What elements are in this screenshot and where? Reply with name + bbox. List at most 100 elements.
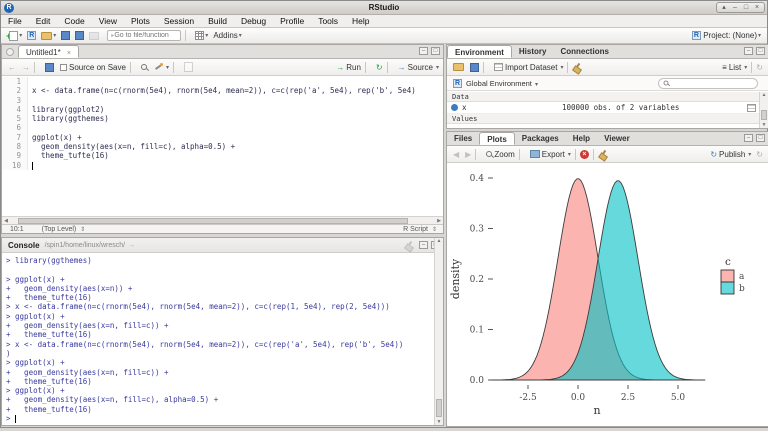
menu-edit[interactable]: Edit	[29, 16, 58, 26]
menu-view[interactable]: View	[92, 16, 124, 26]
refresh-icon[interactable]: ↻	[756, 63, 763, 72]
publish-dropdown[interactable]: ↻ Publish ▾	[710, 150, 751, 159]
scope-selector[interactable]: (Top Level) ⇕	[42, 226, 86, 233]
tab-connections[interactable]: Connections	[553, 45, 615, 58]
tab-packages[interactable]: Packages	[515, 132, 566, 145]
source-button[interactable]: → Source ▾	[398, 63, 439, 72]
tab-viewer[interactable]: Viewer	[597, 132, 637, 145]
scroll-left-icon[interactable]: ◀	[2, 218, 10, 224]
source-on-save-checkbox[interactable]: Source on Save	[60, 63, 126, 72]
window-maximize-button[interactable]: □	[741, 3, 751, 12]
goto-file-function-box[interactable]: ▸	[107, 30, 181, 41]
rerun-button[interactable]: ↻	[376, 63, 383, 72]
import-dataset-dropdown[interactable]: Import Dataset ▾	[494, 63, 563, 72]
menu-code[interactable]: Code	[57, 16, 91, 26]
zoom-plot-button[interactable]: Zoom	[486, 150, 514, 159]
project-icon: R	[692, 31, 701, 40]
menu-plots[interactable]: Plots	[124, 16, 157, 26]
maximize-pane-button[interactable]: □	[756, 47, 765, 55]
tab-plots[interactable]: Plots	[479, 132, 515, 145]
save-workspace-button[interactable]	[470, 63, 479, 72]
run-button[interactable]: → Run	[336, 63, 361, 72]
list-view-dropdown[interactable]: ≡ List ▾	[722, 63, 747, 72]
find-replace-button[interactable]	[141, 64, 147, 70]
scope-dropdown[interactable]: Global Environment ▾	[466, 79, 538, 88]
save-all-button[interactable]	[75, 31, 84, 40]
environment-toolbar: Import Dataset ▾ ≡ List ▾ ↻	[447, 59, 768, 76]
cursor-position: 10:1	[10, 226, 24, 233]
menu-tools[interactable]: Tools	[311, 16, 345, 26]
panes-layout-button[interactable]: ▾	[195, 31, 208, 40]
clear-console-button[interactable]	[404, 241, 413, 250]
forward-button[interactable]: →	[22, 63, 30, 72]
console-output[interactable]: > library(ggthemes) > ggplot(x) ++ geom_…	[2, 254, 443, 425]
environment-search-box[interactable]	[658, 78, 758, 89]
wd-goto-icon[interactable]: →	[128, 242, 135, 249]
console-title: Console	[8, 241, 40, 250]
filetype-selector[interactable]: R Script ⇕	[403, 226, 437, 233]
window-minimize-button[interactable]: –	[730, 3, 740, 12]
code-editor[interactable]: 12x <- data.frame(n=c(rnorm(5e4), rnorm(…	[2, 77, 443, 216]
window-pin-button[interactable]: ▴	[719, 3, 729, 12]
maximize-pane-button[interactable]: □	[756, 134, 765, 142]
minimize-pane-button[interactable]: –	[744, 47, 753, 55]
remove-plot-button[interactable]: ×	[580, 150, 589, 159]
save-button[interactable]	[61, 31, 70, 40]
scroll-up-icon[interactable]: ▲	[760, 92, 768, 98]
previous-plot-button[interactable]: ◀	[453, 150, 459, 159]
compile-report-button[interactable]	[184, 62, 193, 72]
scroll-up-icon[interactable]: ▲	[435, 238, 443, 244]
menu-debug[interactable]: Debug	[234, 16, 273, 26]
addins-dropdown[interactable]: Addins ▾	[213, 31, 241, 40]
object-row-x[interactable]: x 100000 obs. of 2 variables	[447, 102, 759, 114]
code-tools-button[interactable]: ▾	[153, 62, 169, 72]
source-popout-button[interactable]	[6, 48, 14, 56]
tab-help[interactable]: Help	[566, 132, 597, 145]
open-file-button[interactable]: ▾	[41, 32, 56, 40]
refresh-icon[interactable]: ↻	[756, 150, 763, 159]
tab-untitled1[interactable]: Untitled1* ×	[18, 45, 79, 58]
scrollbar-thumb[interactable]	[761, 110, 767, 120]
zoom-icon	[486, 151, 492, 157]
horizontal-scrollbar[interactable]: ◀ ▶	[2, 216, 443, 224]
project-selector[interactable]: R Project: (None) ▾	[692, 31, 761, 40]
minimize-pane-button[interactable]: –	[419, 47, 428, 55]
tab-environment[interactable]: Environment	[447, 45, 512, 58]
tab-history[interactable]: History	[512, 45, 554, 58]
scroll-down-icon[interactable]: ▼	[435, 419, 443, 425]
export-dropdown[interactable]: Export ▾	[530, 150, 571, 159]
minimize-pane-button[interactable]: –	[419, 241, 428, 249]
save-icon	[470, 63, 479, 72]
clear-all-plots-button[interactable]	[598, 150, 607, 159]
menu-help[interactable]: Help	[345, 16, 376, 26]
load-workspace-button[interactable]	[453, 63, 464, 71]
svg-text:a: a	[739, 272, 745, 282]
tab-files[interactable]: Files	[447, 132, 479, 145]
back-button[interactable]: ←	[8, 63, 16, 72]
maximize-pane-button[interactable]: □	[431, 47, 440, 55]
next-plot-button[interactable]: ▶	[465, 150, 471, 159]
scroll-down-icon[interactable]: ▼	[760, 122, 768, 128]
environment-scrollbar[interactable]: ▲ ▼	[759, 92, 768, 128]
close-icon[interactable]: ×	[67, 50, 71, 57]
new-file-button[interactable]: + ▾	[6, 31, 22, 41]
view-data-icon[interactable]	[747, 104, 756, 112]
window-close-button[interactable]: ×	[752, 3, 762, 12]
publish-label: Publish	[719, 150, 745, 159]
console-scrollbar[interactable]: ▲ ▼	[434, 238, 443, 425]
goto-file-function-input[interactable]	[114, 32, 177, 39]
save-source-button[interactable]	[45, 63, 54, 72]
minimize-pane-button[interactable]: –	[744, 134, 753, 142]
clear-environment-button[interactable]	[572, 63, 581, 72]
menu-file[interactable]: File	[1, 16, 29, 26]
menu-build[interactable]: Build	[201, 16, 234, 26]
menu-session[interactable]: Session	[157, 16, 201, 26]
scrollbar-thumb[interactable]	[18, 218, 408, 224]
code-line: 2x <- data.frame(n=c(rnorm(5e4), rnorm(5…	[2, 86, 443, 95]
scroll-right-icon[interactable]: ▶	[435, 218, 443, 224]
print-button[interactable]	[89, 32, 99, 40]
source-label: Source	[408, 63, 433, 72]
menu-profile[interactable]: Profile	[273, 16, 311, 26]
new-project-button[interactable]: R	[27, 31, 36, 40]
scrollbar-thumb[interactable]	[436, 399, 442, 417]
